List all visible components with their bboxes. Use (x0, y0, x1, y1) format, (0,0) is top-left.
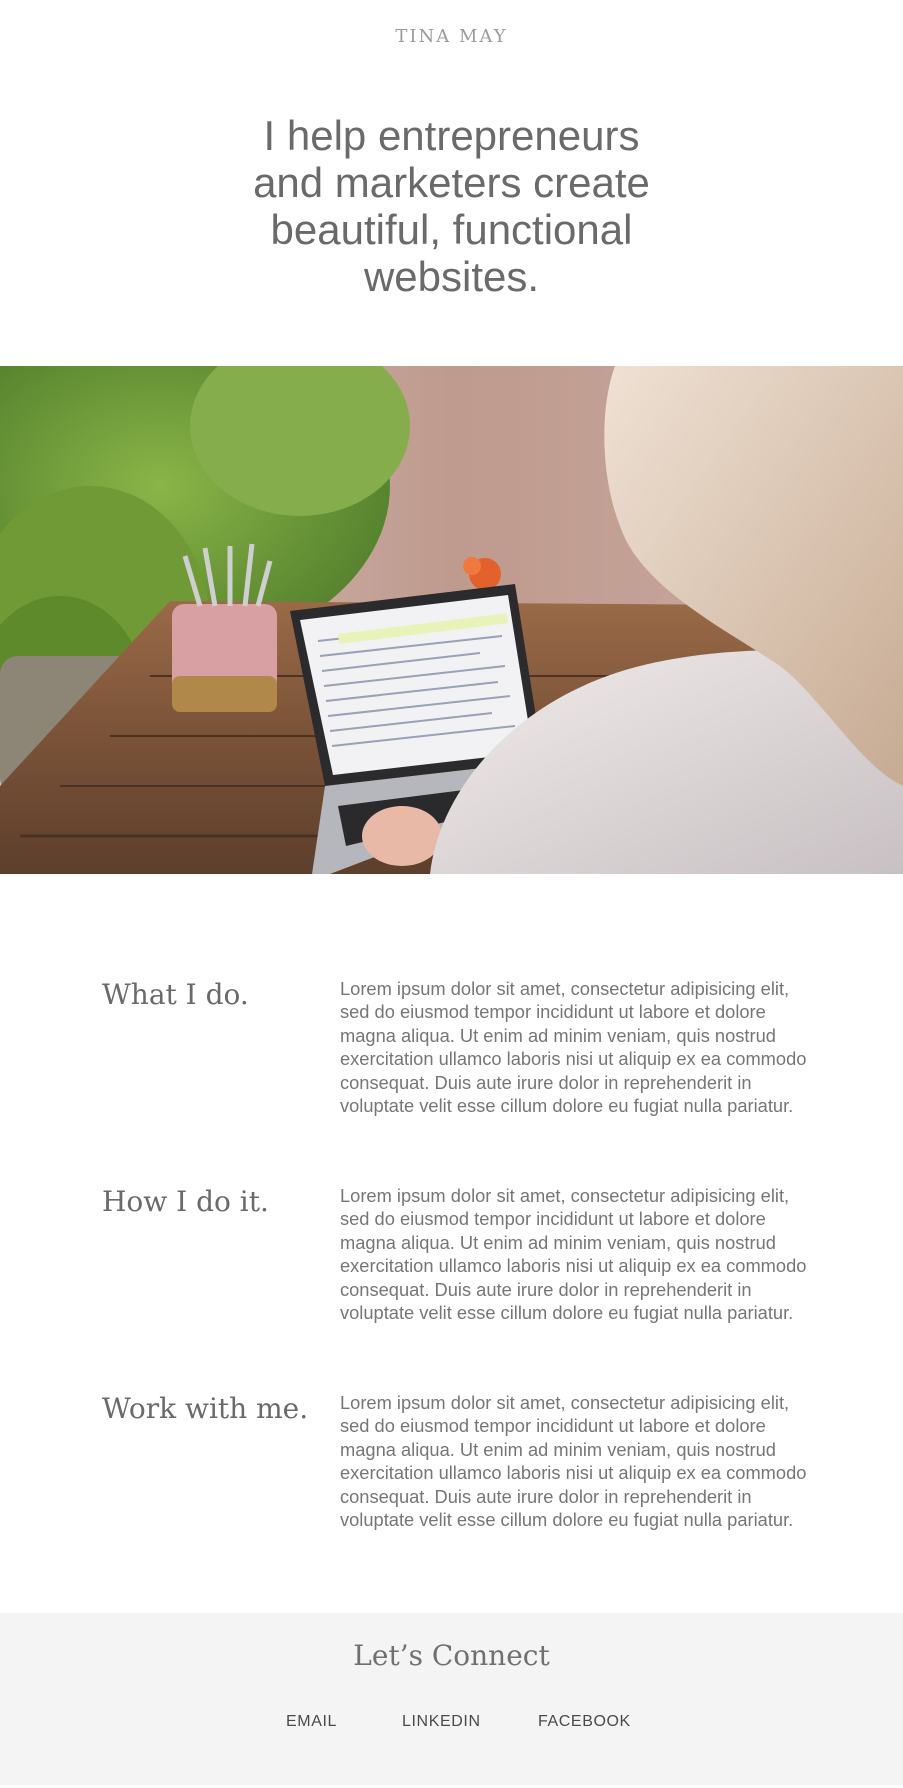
section-body: Lorem ipsum dolor sit amet, consectetur … (340, 1185, 807, 1324)
linkedin-link[interactable]: LINKEDIN (402, 1713, 481, 1731)
hero-image (0, 366, 903, 874)
section-heading: Work with me. (102, 1392, 309, 1425)
footer-title: Let’s Connect (353, 1639, 550, 1672)
section-heading: How I do it. (102, 1185, 269, 1218)
footer: Let’s Connect EMAIL LINKEDIN FACEBOOK (0, 1613, 903, 1785)
hero-title: I help entrepreneurs and marketers creat… (253, 112, 650, 300)
section-body: Lorem ipsum dolor sit amet, consectetur … (340, 978, 807, 1117)
section-body: Lorem ipsum dolor sit amet, consectetur … (340, 1392, 807, 1531)
brand-logo[interactable]: TINA MAY (0, 26, 903, 47)
email-link[interactable]: EMAIL (286, 1713, 337, 1731)
footer-links: EMAIL LINKEDIN FACEBOOK (0, 1713, 903, 1735)
facebook-link[interactable]: FACEBOOK (538, 1713, 631, 1731)
section-heading: What I do. (102, 978, 249, 1011)
laptop-workspace-photo (0, 366, 903, 874)
